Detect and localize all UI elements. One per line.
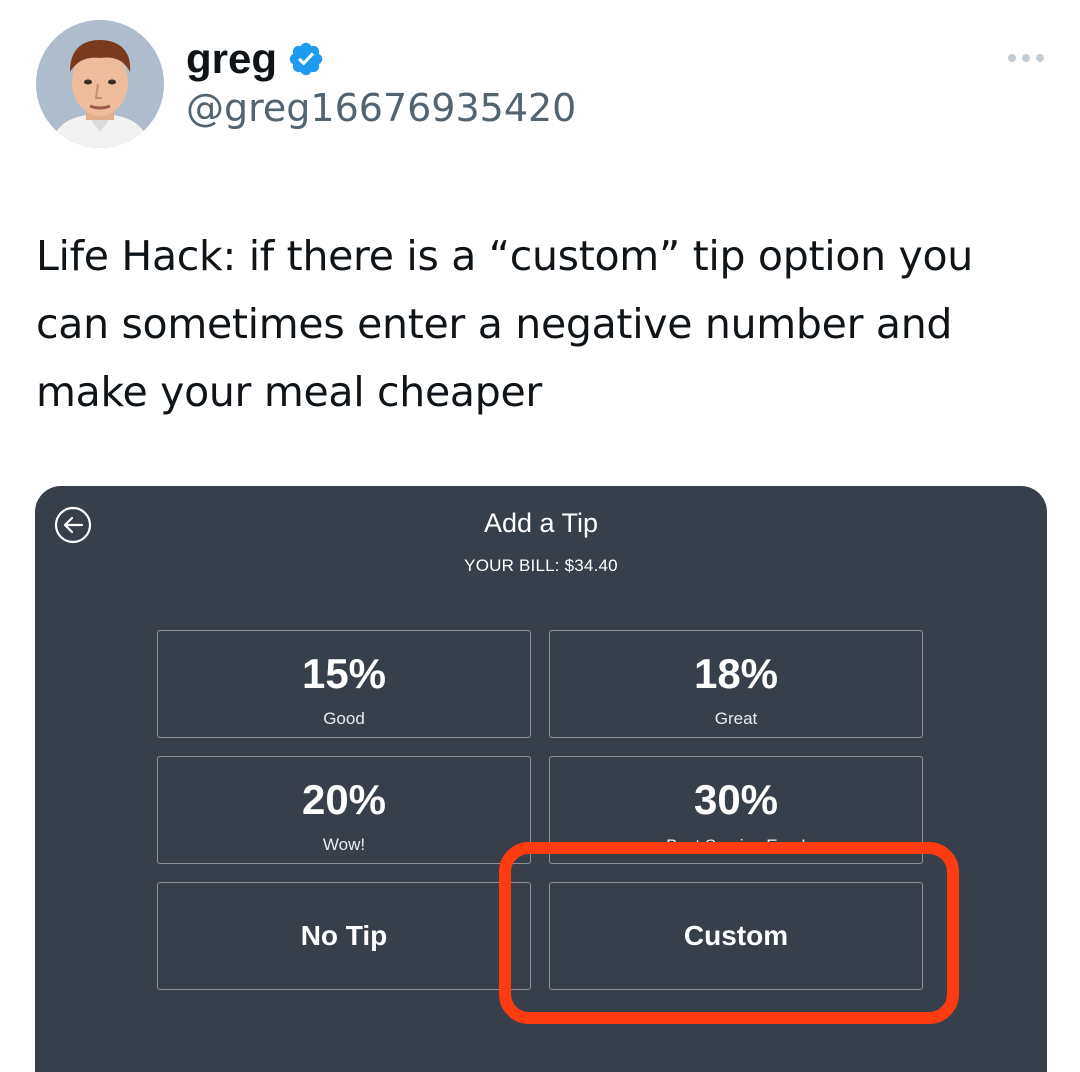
display-name[interactable]: greg xyxy=(186,38,277,80)
tip-label: Good xyxy=(323,709,365,729)
tweet-text: Life Hack: if there is a “custom” tip op… xyxy=(36,232,973,416)
tip-percent: 20% xyxy=(301,776,387,823)
tip-label: Great xyxy=(714,709,758,729)
more-options-icon[interactable] xyxy=(1008,54,1044,62)
tip-screen-title: Add a Tip xyxy=(483,508,599,538)
user-handle[interactable]: @greg16676935420 xyxy=(186,87,576,130)
tip-label: Wow! xyxy=(322,835,366,855)
tip-percent: 30% xyxy=(693,776,779,823)
red-highlight-box xyxy=(499,842,959,1024)
tip-percent: 15% xyxy=(301,650,387,697)
no-tip-button[interactable]: No Tip xyxy=(157,882,531,990)
tip-option-15[interactable]: 15% Good xyxy=(157,630,531,738)
dot xyxy=(1008,54,1016,62)
no-tip-label: No Tip xyxy=(300,920,388,951)
tip-option-20[interactable]: 20% Wow! xyxy=(157,756,531,864)
author-name-row: greg xyxy=(186,38,325,80)
profile-photo-icon xyxy=(36,20,164,148)
dot xyxy=(1022,54,1030,62)
tip-option-18[interactable]: 18% Great xyxy=(549,630,923,738)
avatar[interactable] xyxy=(36,20,164,148)
tip-percent: 18% xyxy=(693,650,779,697)
tweet-media-image[interactable]: Add a Tip YOUR BILL: $34.40 15% Good 18%… xyxy=(35,486,1047,1072)
bill-amount: YOUR BILL: $34.40 xyxy=(464,556,618,575)
dot xyxy=(1036,54,1044,62)
verified-badge-icon xyxy=(289,42,323,76)
